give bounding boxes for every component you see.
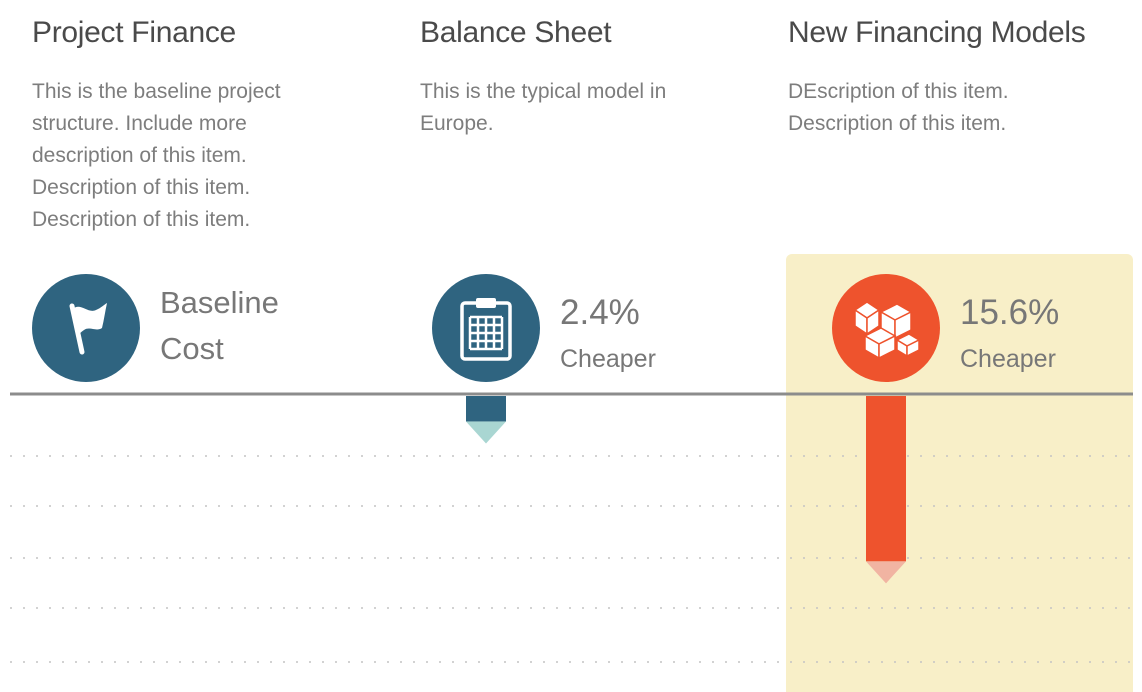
stat-label: Cheaper (960, 345, 1056, 373)
gridlines (10, 455, 1133, 663)
bar-arrowhead (466, 421, 506, 444)
cubes-icon (832, 274, 940, 382)
stat-value: 15.6% (960, 293, 1060, 332)
bar-new-financing-models (866, 396, 906, 562)
flag-icon (32, 274, 140, 382)
stat-project-finance: Baseline Cost (160, 280, 279, 372)
stat-label: Cheaper (560, 345, 656, 373)
clipboard-grid-icon (432, 274, 540, 382)
stat-balance-sheet: 2.4% Cheaper (560, 290, 656, 381)
bar-arrowhead (866, 561, 906, 584)
stat-new-financing-models: 15.6% Cheaper (960, 290, 1059, 381)
stat-label: Cost (160, 331, 224, 366)
stat-value: Baseline (160, 285, 279, 320)
bars (466, 396, 906, 584)
bar-balance-sheet (466, 396, 506, 422)
stat-value: 2.4% (560, 293, 640, 332)
